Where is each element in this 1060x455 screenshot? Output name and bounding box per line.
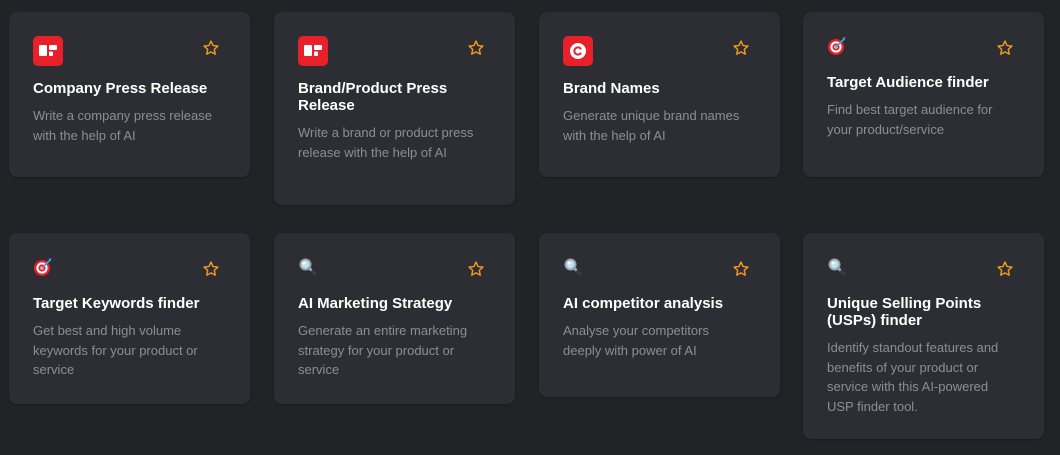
card-header	[298, 257, 491, 281]
card-title: Company Press Release	[33, 80, 208, 97]
target-icon	[828, 37, 846, 55]
tool-card-ai-competitor-analysis[interactable]: AI competitor analysis Analyse your comp…	[539, 233, 780, 397]
magnifier-icon	[299, 258, 317, 276]
tool-card-target-audience-finder[interactable]: Target Audience finder Find best target …	[803, 12, 1044, 177]
target-icon	[34, 258, 52, 276]
tool-card-ai-marketing-strategy[interactable]: AI Marketing Strategy Generate an entire…	[274, 233, 515, 404]
card-description: Generate unique brand names with the hel…	[563, 108, 740, 143]
copyright-icon	[563, 36, 593, 66]
card-description: Generate an entire marketing strategy fo…	[298, 323, 468, 377]
tool-card-usp-finder[interactable]: Unique Selling Points (USPs) finder Iden…	[803, 233, 1044, 439]
card-description: Analyse your competitors deeply with pow…	[563, 323, 709, 358]
newspaper-icon	[33, 36, 63, 66]
card-description: Get best and high volume keywords for yo…	[33, 323, 198, 377]
star-icon[interactable]	[732, 39, 750, 57]
card-title: Brand Names	[563, 80, 660, 97]
star-icon[interactable]	[996, 260, 1014, 278]
card-header	[827, 36, 1020, 60]
star-icon[interactable]	[996, 39, 1014, 57]
card-title: Unique Selling Points (USPs) finder	[827, 295, 982, 329]
magnifier-icon	[564, 258, 582, 276]
card-title: Target Keywords finder	[33, 295, 200, 312]
card-header	[563, 257, 756, 281]
tool-card-brand-names[interactable]: Brand Names Generate unique brand names …	[539, 12, 780, 177]
star-icon[interactable]	[202, 39, 220, 57]
card-header	[827, 257, 1020, 281]
card-header	[298, 36, 491, 66]
star-icon[interactable]	[467, 39, 485, 57]
tools-grid: Company Press Release Write a company pr…	[0, 0, 1060, 455]
card-header	[33, 257, 226, 281]
card-title: AI Marketing Strategy	[298, 295, 453, 312]
card-header	[33, 36, 226, 66]
tool-card-brand-product-press-release[interactable]: Brand/Product Press Release Write a bran…	[274, 12, 515, 205]
card-description: Write a company press release with the h…	[33, 108, 212, 143]
card-description: Write a brand or product press release w…	[298, 125, 474, 160]
card-header	[563, 36, 756, 66]
star-icon[interactable]	[732, 260, 750, 278]
card-title: AI competitor analysis	[563, 295, 724, 312]
star-icon[interactable]	[202, 260, 220, 278]
card-description: Identify standout features and benefits …	[827, 340, 999, 414]
newspaper-icon	[298, 36, 328, 66]
tool-card-target-keywords-finder[interactable]: Target Keywords finder Get best and high…	[9, 233, 250, 404]
star-icon[interactable]	[467, 260, 485, 278]
card-description: Find best target audience for your produ…	[827, 102, 993, 137]
magnifier-icon	[828, 258, 846, 276]
card-title: Brand/Product Press Release	[298, 80, 448, 114]
tool-card-company-press-release[interactable]: Company Press Release Write a company pr…	[9, 12, 250, 177]
card-title: Target Audience finder	[827, 74, 989, 91]
